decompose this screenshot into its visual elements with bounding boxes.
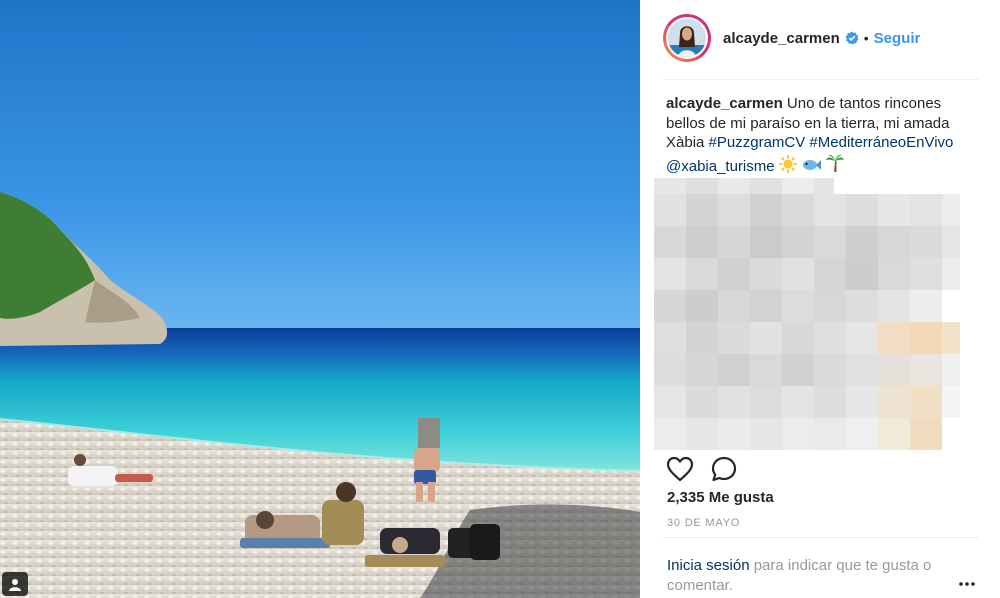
hashtag-link[interactable]: #PuzzgramCV: [709, 134, 806, 151]
post-side-panel: alcayde_carmen • Seguir alcayde_carmen U…: [641, 0, 1000, 598]
pixelated-comments: [654, 178, 960, 450]
divider: [663, 537, 979, 538]
divider: [663, 79, 979, 80]
username-link[interactable]: alcayde_carmen: [723, 30, 840, 47]
avatar[interactable]: [663, 14, 711, 62]
caption-username[interactable]: alcayde_carmen: [666, 95, 783, 112]
post-date: 30 DE MAYO: [667, 517, 741, 529]
follow-button[interactable]: Seguir: [874, 30, 921, 47]
fish-emoji: [802, 159, 821, 170]
more-options-icon[interactable]: [957, 578, 977, 590]
post-caption: alcayde_carmen Uno de tantos rincones be…: [666, 94, 971, 176]
post-photo[interactable]: [0, 0, 640, 598]
mention-link[interactable]: @xabia_turisme: [666, 158, 775, 175]
login-prompt: Inicia sesión para indicar que te gusta …: [667, 556, 967, 596]
avatar-image: [666, 17, 708, 59]
separator-dot: •: [863, 30, 869, 46]
login-link[interactable]: Inicia sesión: [667, 557, 750, 574]
heart-icon[interactable]: [666, 455, 696, 483]
post-header: alcayde_carmen • Seguir: [663, 12, 981, 64]
user-tag-icon[interactable]: [2, 572, 28, 596]
post-actions: [666, 454, 986, 484]
likes-count[interactable]: 2,335 Me gusta: [667, 489, 774, 506]
comment-icon[interactable]: [710, 455, 740, 483]
palm-tree-emoji: [826, 154, 845, 172]
hashtag-link[interactable]: #MediterráneoEnVivo: [809, 134, 953, 151]
sun-emoji: [778, 154, 797, 173]
verified-badge-icon: [845, 31, 859, 45]
beach-photo: [0, 0, 640, 598]
